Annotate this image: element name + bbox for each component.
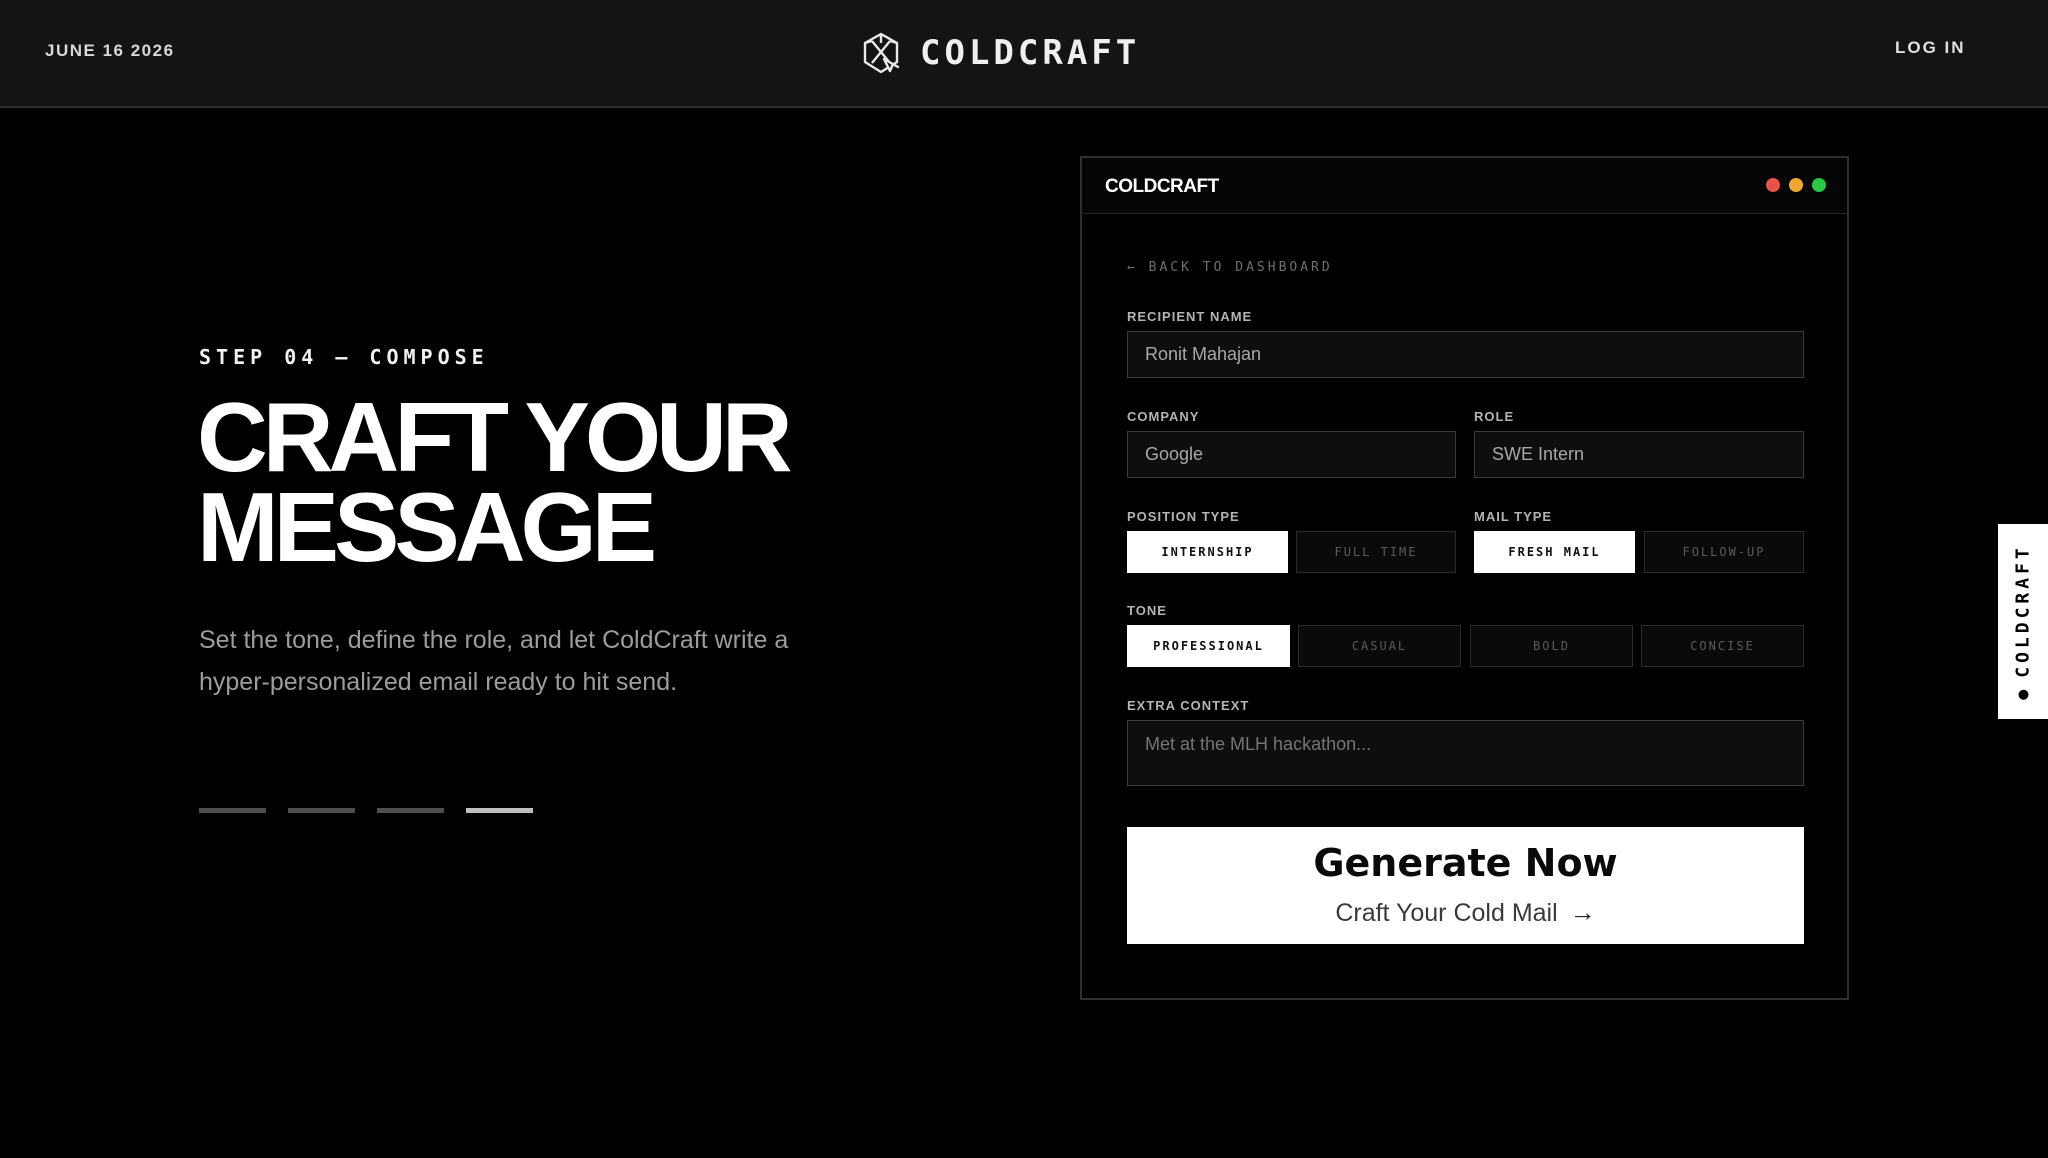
generate-now-button[interactable]: Generate Now Craft Your Cold Mail → bbox=[1127, 827, 1804, 944]
progress-step-3 bbox=[377, 808, 444, 813]
mail-option-follow-up[interactable]: FOLLOW-UP bbox=[1644, 531, 1804, 573]
page-title: CRAFT YOUR MESSAGE bbox=[197, 388, 817, 576]
tone-option-bold[interactable]: BOLD bbox=[1470, 625, 1633, 667]
progress-step-2 bbox=[288, 808, 355, 813]
tone-option-casual[interactable]: CASUAL bbox=[1298, 625, 1461, 667]
position-option-internship[interactable]: INTERNSHIP bbox=[1127, 531, 1288, 573]
mail-option-fresh-mail[interactable]: FRESH MAIL bbox=[1474, 531, 1635, 573]
company-input[interactable] bbox=[1127, 431, 1456, 478]
maximize-dot-icon[interactable] bbox=[1812, 178, 1826, 192]
arrow-right-icon: → bbox=[1569, 897, 1596, 927]
extra-context-input[interactable] bbox=[1127, 720, 1804, 786]
dot-icon bbox=[2018, 689, 2028, 700]
login-link[interactable]: LOG IN bbox=[1895, 38, 1966, 58]
step-label: STEP 04 — COMPOSE bbox=[199, 345, 489, 369]
step-progress bbox=[199, 808, 533, 813]
generate-subtitle: Craft Your Cold Mail bbox=[1335, 899, 1558, 927]
back-to-dashboard-link[interactable]: ← BACK TO DASHBOARD bbox=[1127, 260, 1333, 275]
side-tab-text: COLDCRAFT bbox=[2013, 544, 2034, 700]
progress-step-1 bbox=[199, 808, 266, 813]
role-input[interactable] bbox=[1474, 431, 1804, 478]
tone-option-professional[interactable]: PROFESSIONAL bbox=[1127, 625, 1290, 667]
progress-step-4 bbox=[466, 808, 533, 813]
side-tab[interactable]: COLDCRAFT bbox=[1998, 524, 2048, 719]
brand-name: COLDCRAFT bbox=[920, 33, 1141, 73]
top-bar: JUNE 16 2026 COLDCRAFT LOG IN bbox=[0, 0, 2048, 108]
hero-description: Set the tone, define the role, and let C… bbox=[199, 626, 789, 696]
minimize-dot-icon[interactable] bbox=[1789, 178, 1803, 192]
recipient-name-label: RECIPIENT NAME bbox=[1127, 309, 1253, 324]
side-tab-label: COLDCRAFT bbox=[2012, 544, 2034, 678]
tone-option-concise[interactable]: CONCISE bbox=[1641, 625, 1804, 667]
recipient-name-input[interactable] bbox=[1127, 331, 1804, 378]
tone-label: TONE bbox=[1127, 603, 1167, 618]
extra-context-label: EXTRA CONTEXT bbox=[1127, 698, 1250, 713]
crystal-icon bbox=[863, 32, 900, 74]
role-label: ROLE bbox=[1474, 409, 1515, 424]
card-header: COLDCRAFT bbox=[1082, 158, 1847, 214]
window-controls bbox=[1766, 178, 1826, 192]
compose-card: COLDCRAFT ← BACK TO DASHBOARD RECIPIENT … bbox=[1080, 156, 1849, 1000]
position-option-full-time[interactable]: FULL TIME bbox=[1296, 531, 1456, 573]
generate-subtitle-row: Craft Your Cold Mail → bbox=[1127, 897, 1804, 928]
brand[interactable]: COLDCRAFT bbox=[860, 30, 1140, 76]
close-dot-icon[interactable] bbox=[1766, 178, 1780, 192]
generate-title: Generate Now bbox=[1313, 841, 1618, 885]
position-type-label: POSITION TYPE bbox=[1127, 509, 1240, 524]
header-date: JUNE 16 2026 bbox=[45, 41, 175, 60]
headline-line-2: MESSAGE bbox=[197, 472, 657, 582]
card-title: COLDCRAFT bbox=[1105, 176, 1219, 197]
company-label: COMPANY bbox=[1127, 409, 1200, 424]
mail-type-label: MAIL TYPE bbox=[1474, 509, 1553, 524]
